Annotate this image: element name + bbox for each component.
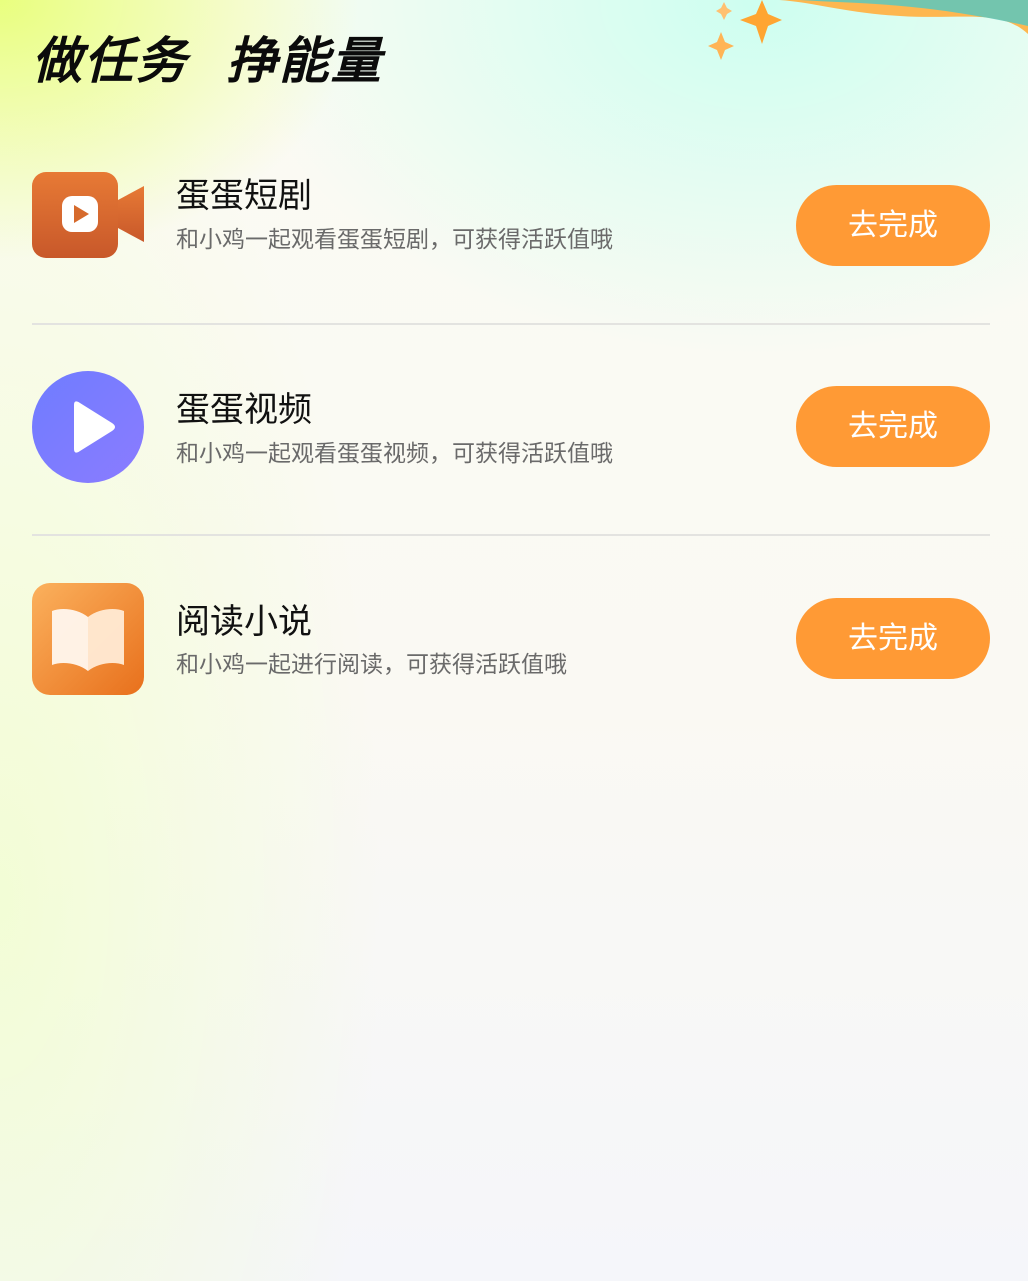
book-icon	[32, 583, 144, 695]
task-description: 和小鸡一起观看蛋蛋短剧，可获得活跃值哦	[176, 227, 613, 253]
task-title: 蛋蛋短剧	[176, 176, 312, 216]
complete-button-video[interactable]: 去完成	[796, 386, 990, 467]
play-icon	[32, 371, 144, 483]
task-title: 阅读小说	[176, 602, 312, 642]
task-description: 和小鸡一起进行阅读，可获得活跃值哦	[176, 652, 567, 678]
task-item-short-drama: 蛋蛋短剧 和小鸡一起观看蛋蛋短剧，可获得活跃值哦 去完成	[32, 170, 990, 280]
divider	[32, 534, 990, 536]
task-item-video: 蛋蛋视频 和小鸡一起观看蛋蛋视频，可获得活跃值哦 去完成	[32, 371, 990, 483]
page-title: 做任务 挣能量	[32, 32, 383, 90]
complete-button-novel[interactable]: 去完成	[796, 598, 990, 679]
video-camera-icon	[32, 170, 144, 282]
task-description: 和小鸡一起观看蛋蛋视频，可获得活跃值哦	[176, 441, 613, 467]
task-item-novel: 阅读小说 和小鸡一起进行阅读，可获得活跃值哦 去完成	[32, 583, 990, 695]
divider	[32, 323, 990, 325]
complete-button-short-drama[interactable]: 去完成	[796, 185, 990, 266]
task-title: 蛋蛋视频	[176, 390, 312, 430]
